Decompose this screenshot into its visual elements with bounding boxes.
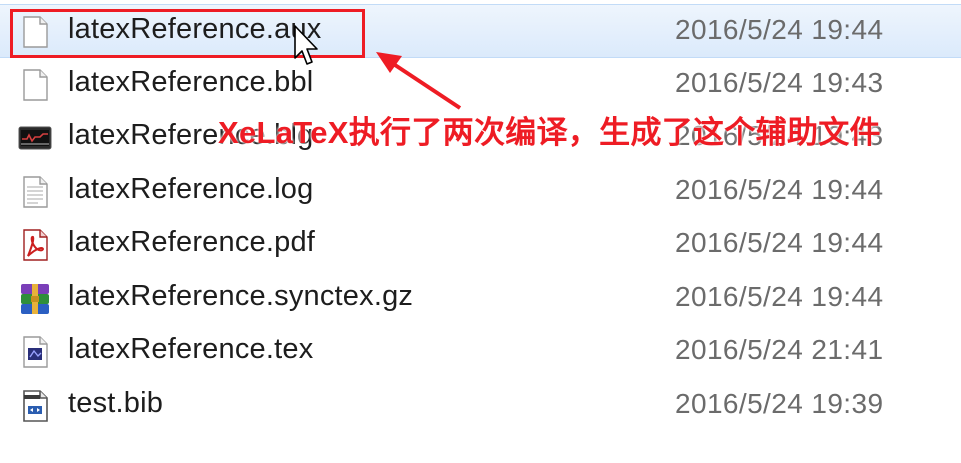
file-date: 2016/5/24 19:44 [675,227,884,258]
file-row[interactable]: latexReference.aux 2016/5/24 19:44 [0,4,961,58]
file-date: 2016/5/24 19:44 [675,280,884,312]
file-date: 2016/5/24 19:39 [675,387,884,419]
blank-document-icon [18,68,52,102]
file-name: latexReference.log [68,172,314,205]
file-name: latexReference.synctex.gz [68,279,414,312]
file-name: latexReference.aux [68,13,322,45]
annotation-text: XeLaTeX执行了两次编译，生成了这个辅助文件 [218,115,881,150]
file-name: test.bib [68,386,164,419]
file-name: latexReference.tex [68,333,314,365]
file-row[interactable]: latexReference.bbl 2016/5/24 19:43 [0,58,961,112]
file-row[interactable]: latexReference.pdf 2016/5/24 19:44 [0,218,961,272]
file-name: latexReference.pdf [68,226,316,258]
bib-document-icon [18,389,52,423]
file-row[interactable]: latexReference.tex 2016/5/24 21:41 [0,325,961,379]
file-date: 2016/5/24 19:44 [675,173,884,205]
pdf-icon [18,228,52,262]
file-list: latexReference.aux 2016/5/24 19:44 latex… [0,4,961,432]
file-row[interactable]: latexReference.log 2016/5/24 19:44 [0,165,961,219]
file-date: 2016/5/24 19:43 [675,66,884,98]
file-date: 2016/5/24 21:41 [675,334,884,365]
mouse-cursor-icon [294,25,318,65]
file-row[interactable]: test.bib 2016/5/24 19:39 [0,379,961,433]
file-name: latexReference.bbl [68,65,314,98]
text-document-icon [18,175,52,209]
blank-document-icon [18,15,52,49]
archive-icon [18,282,52,316]
monitor-app-icon [18,121,52,155]
file-row[interactable]: latexReference.synctex.gz 2016/5/24 19:4… [0,272,961,326]
tex-document-icon [18,335,52,369]
file-date: 2016/5/24 19:44 [675,14,884,45]
